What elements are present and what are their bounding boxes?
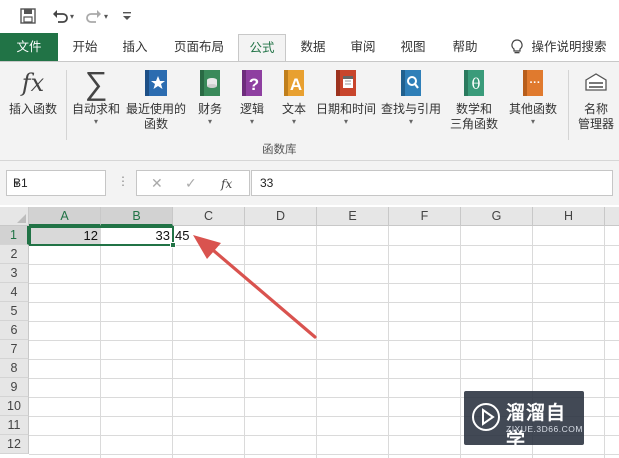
ribbon-formulas: fx 插入函数 ∑ 自动求和 ▾ 最近使用的 函数 财务 ▾ ? 逻辑 ▾ A …: [0, 61, 619, 161]
math-book-icon: θ: [464, 70, 484, 96]
name-manager-label-1: 名称: [583, 102, 608, 116]
formula-bar-grip[interactable]: ⋮: [117, 174, 129, 188]
name-manager-icon: [585, 73, 607, 91]
watermark-logo: 溜溜自学 ZIXUE.3D66.COM: [464, 391, 584, 451]
row-header-5[interactable]: 5: [0, 302, 29, 321]
undo-icon[interactable]: ▾: [50, 6, 76, 26]
math-trig-button[interactable]: θ 数学和 三角函数: [444, 68, 504, 132]
fill-handle[interactable]: [170, 242, 176, 248]
tell-me-label: 操作说明搜索: [531, 40, 607, 54]
math-trig-label-1: 数学和: [455, 102, 492, 116]
svg-text:···: ···: [530, 77, 541, 89]
autosum-label: 自动求和: [71, 102, 120, 116]
row-header-7[interactable]: 7: [0, 340, 29, 359]
enter-icon[interactable]: ✓: [185, 175, 197, 192]
group-label-function-library: 函数库: [262, 144, 297, 156]
financial-button[interactable]: 财务 ▾: [192, 68, 228, 126]
date-time-button[interactable]: 日期和时间 ▾: [314, 68, 378, 126]
column-header-partial[interactable]: [605, 207, 619, 226]
tell-me-box[interactable]: 操作说明搜索: [502, 33, 616, 61]
star-book-icon: [145, 70, 167, 96]
tab-page-layout[interactable]: 页面布局: [166, 33, 232, 61]
more-functions-button[interactable]: ··· 其他函数 ▾: [506, 68, 560, 126]
insert-function-button[interactable]: fx 插入函数: [4, 68, 62, 117]
tab-insert[interactable]: 插入: [112, 33, 158, 61]
row-header-1[interactable]: 1: [0, 226, 29, 245]
financial-label: 财务: [197, 102, 222, 116]
insert-function-label: 插入函数: [8, 102, 57, 116]
lookup-reference-button[interactable]: 查找与引用 ▾: [380, 68, 442, 126]
text-label: 文本: [281, 102, 306, 116]
text-button[interactable]: A 文本 ▾: [276, 68, 312, 126]
tab-data[interactable]: 数据: [290, 33, 336, 61]
svg-text:θ: θ: [471, 75, 480, 93]
column-header-b[interactable]: B: [101, 207, 173, 226]
recently-used-label-2: 函数: [143, 117, 168, 131]
row-header-2[interactable]: 2: [0, 245, 29, 264]
autosum-button[interactable]: ∑ 自动求和 ▾: [70, 65, 122, 126]
chevron-down-icon[interactable]: ▼: [13, 179, 101, 188]
svg-text:?: ?: [249, 75, 259, 94]
tab-file[interactable]: 文件: [0, 33, 58, 61]
column-header-a[interactable]: A: [29, 207, 101, 226]
customize-qat-icon[interactable]: [118, 6, 136, 26]
annotation-arrow: [193, 235, 317, 339]
row-header-3[interactable]: 3: [0, 264, 29, 283]
lookup-reference-label: 查找与引用: [380, 102, 441, 116]
row-header-6[interactable]: 6: [0, 321, 29, 340]
formula-bar: B1 ▼ ⋮ ✕ ✓ fx 33: [0, 161, 619, 205]
ribbon-tabs: 文件 开始 插入 页面布局 公式 数据 审阅 视图 帮助 操作说明搜索: [0, 33, 619, 62]
fx-icon: fx: [21, 69, 45, 97]
formula-input[interactable]: 33: [251, 170, 613, 196]
calendar-book-icon: [336, 70, 356, 96]
lightbulb-icon: [511, 39, 524, 54]
row-header-10[interactable]: 10: [0, 397, 29, 416]
column-header-g[interactable]: G: [461, 207, 533, 226]
math-trig-label-2: 三角函数: [449, 117, 498, 131]
lookup-book-icon: [401, 70, 421, 96]
logical-book-icon: ?: [242, 70, 262, 96]
tab-formulas[interactable]: 公式: [238, 34, 286, 62]
more-functions-book-icon: ···: [523, 70, 543, 96]
selection-range: [29, 226, 174, 246]
logical-label: 逻辑: [239, 102, 264, 116]
more-functions-label: 其他函数: [508, 102, 557, 116]
text-book-icon: A: [284, 70, 304, 96]
watermark-subtitle: ZIXUE.3D66.COM: [506, 424, 583, 434]
column-header-e[interactable]: E: [317, 207, 389, 226]
row-header-8[interactable]: 8: [0, 359, 29, 378]
column-header-h[interactable]: H: [533, 207, 605, 226]
redo-icon[interactable]: ▾: [84, 6, 110, 26]
row-header-4[interactable]: 4: [0, 283, 29, 302]
tab-review[interactable]: 审阅: [340, 33, 386, 61]
quick-access-toolbar: ▾ ▾: [0, 0, 619, 33]
tab-view[interactable]: 视图: [390, 33, 436, 61]
column-header-c[interactable]: C: [173, 207, 245, 226]
formula-commands: ✕ ✓ fx: [136, 170, 250, 196]
formula-value: 33: [260, 176, 274, 190]
recently-used-button[interactable]: 最近使用的 函数: [124, 68, 188, 132]
play-logo-icon: [472, 403, 500, 431]
financial-book-icon: [200, 70, 220, 96]
tab-help[interactable]: 帮助: [442, 33, 488, 61]
insert-function-icon[interactable]: fx: [221, 177, 232, 191]
logical-button[interactable]: ? 逻辑 ▾: [234, 68, 270, 126]
name-manager-label-2: 管理器: [577, 117, 614, 131]
cancel-icon[interactable]: ✕: [151, 175, 163, 192]
column-header-d[interactable]: D: [245, 207, 317, 226]
svg-text:A: A: [290, 75, 302, 94]
row-header-9[interactable]: 9: [0, 378, 29, 397]
row-header-11[interactable]: 11: [0, 416, 29, 435]
tab-home[interactable]: 开始: [62, 33, 108, 61]
select-all-button[interactable]: [0, 207, 29, 226]
name-box[interactable]: B1 ▼: [6, 170, 106, 196]
sigma-icon: ∑: [84, 65, 108, 101]
date-time-label: 日期和时间: [315, 102, 376, 116]
save-icon[interactable]: [18, 6, 38, 26]
recently-used-label-1: 最近使用的: [125, 102, 186, 116]
row-header-12[interactable]: 12: [0, 435, 29, 454]
name-manager-button[interactable]: 名称 管理器: [574, 68, 618, 132]
column-header-f[interactable]: F: [389, 207, 461, 226]
